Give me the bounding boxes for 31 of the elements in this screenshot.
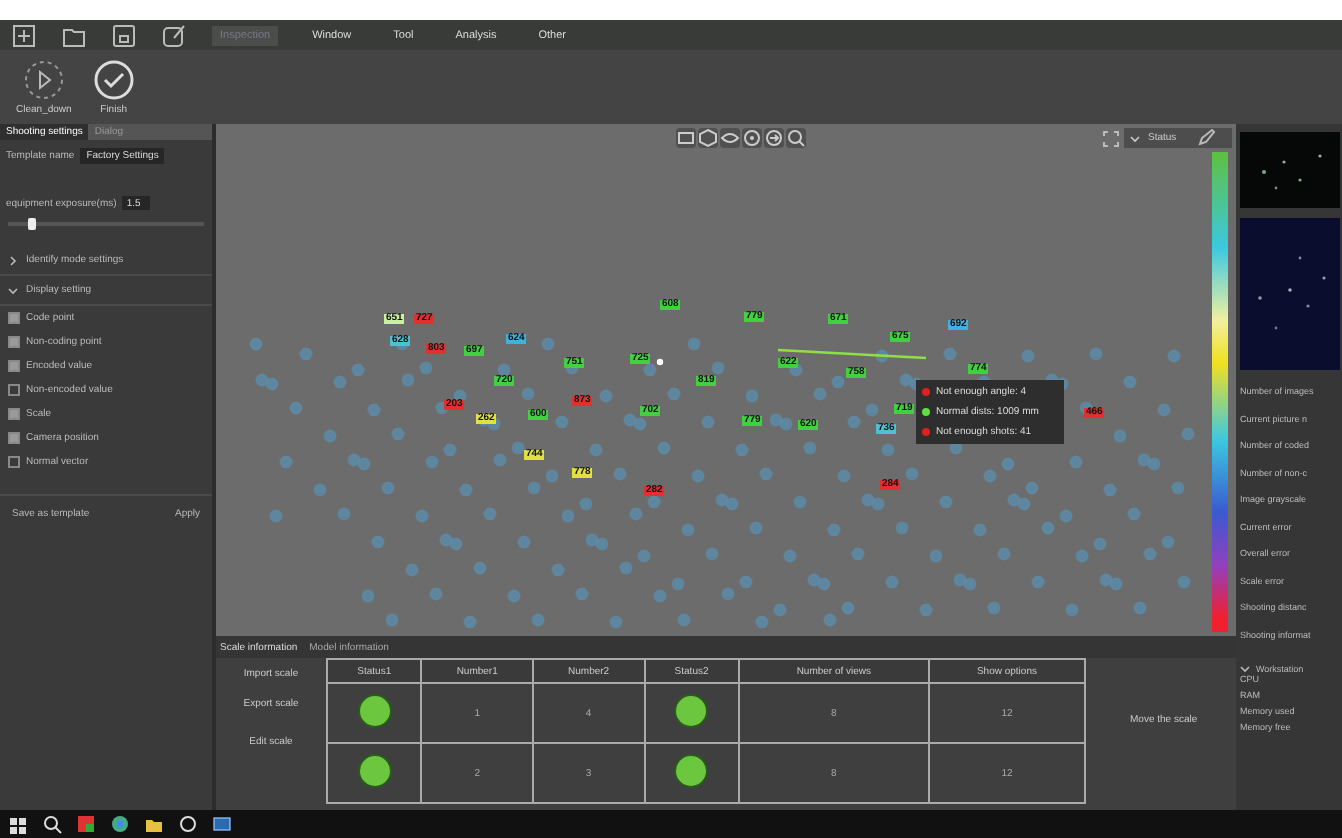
save-icon[interactable] [112,23,136,47]
circle-icon[interactable] [178,814,198,834]
checkbox[interactable] [8,360,20,372]
target-icon[interactable] [742,128,762,148]
checkbox[interactable] [8,432,20,444]
folder-icon[interactable] [62,23,86,47]
checkbox[interactable] [8,456,20,468]
folder-icon[interactable] [144,814,164,834]
chevron-down-icon [8,285,18,295]
box-icon[interactable] [676,128,696,148]
search-icon[interactable] [42,814,62,834]
dashed-circle-icon [21,58,66,102]
chevron-down-icon [1240,664,1250,674]
color-tile-icon[interactable] [76,814,96,834]
checkbox[interactable] [8,408,20,420]
edit-icon[interactable] [162,23,186,47]
expand-icon[interactable] [1102,130,1120,148]
check-circle-icon [91,58,136,102]
eye-icon[interactable] [720,128,740,148]
windows-icon[interactable] [8,814,28,834]
checkbox[interactable] [8,384,20,396]
arrow-circle-icon[interactable] [764,128,784,148]
zoom-icon[interactable] [786,128,806,148]
checkbox[interactable] [8,336,20,348]
chevron-down-icon [1130,133,1140,143]
checkbox[interactable] [8,312,20,324]
pen-icon[interactable] [1196,128,1216,148]
slider-thumb[interactable] [27,218,36,230]
chevron-right-icon [8,255,18,265]
new-window-icon[interactable] [12,23,36,47]
app-window-icon[interactable] [212,814,232,834]
